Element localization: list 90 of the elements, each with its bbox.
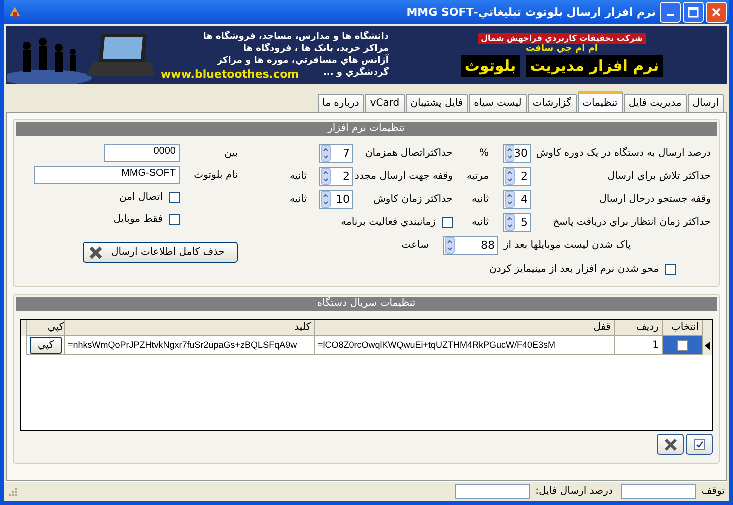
checkbox-label: محو شدن نرم افزار بعد از مينيمايز کردن [490, 264, 659, 274]
company-name: شرکت تحقيقات کاربردي فراجهش شمال [478, 33, 646, 44]
minimize-button[interactable] [660, 2, 681, 22]
close-button[interactable] [706, 2, 727, 22]
tab[interactable]: تنظيمات [578, 91, 623, 112]
tab[interactable]: درباره ما [318, 94, 364, 112]
column-header: قفل [314, 320, 614, 336]
delete-icon [664, 438, 678, 452]
table-cell[interactable] [662, 336, 702, 355]
spin-field[interactable]: 7 [319, 144, 353, 163]
spin-field[interactable]: 5 [503, 213, 531, 232]
spin-arrows-icon [321, 145, 331, 162]
spin-arrows-icon [505, 191, 515, 208]
unit-label: مرتبه [466, 171, 490, 182]
confirm-button[interactable] [686, 434, 713, 455]
checkbox[interactable] [677, 340, 688, 350]
unit-label: ثانيه [289, 194, 308, 205]
tab[interactable]: vCard [365, 94, 405, 112]
close-icon [711, 6, 722, 18]
banner-line: مراکز خريد، بانک ها ، فرودگاه ها [243, 43, 389, 54]
tab[interactable]: مديريت فايل [624, 94, 687, 112]
field-label: حداکثراتصال همزمان [364, 148, 453, 159]
field-label: درصد ارسال به دستگاه در يک دوره کاوش [535, 148, 711, 159]
spin-field[interactable]: 4 [503, 190, 531, 209]
resize-grip-icon [8, 486, 18, 496]
copy-button[interactable]: کپي [30, 336, 62, 354]
field-label: وقفه جهت ارسال مجدد [354, 171, 453, 182]
column-header: رديف [614, 320, 662, 336]
input-field[interactable]: 0000 [104, 144, 180, 162]
unit-label: ثانيه [289, 171, 308, 182]
website-url: www.bluetoothes.com [161, 68, 300, 81]
spin-field[interactable]: 2 [503, 167, 531, 186]
banner-line: گردشگري و ... [323, 67, 389, 79]
banner-line: آژانس هاي مسافرتي، موزه ها و مراکز [217, 55, 389, 67]
minimize-icon [667, 14, 674, 16]
clear-button[interactable]: حذف کامل اطلاعات ارسال [83, 242, 238, 263]
checkbox[interactable] [169, 214, 180, 224]
status-label: توقف [702, 486, 725, 497]
table-cell: =nhksWmQoPrJPZHtvkNgxr7fuSr2upaGs+zBQLSFqA9w [64, 336, 314, 355]
column-header: کليد [64, 320, 314, 336]
field-label: حداکثر زمان انتظار براي دريافت پاسخ [552, 217, 711, 228]
delete-icon [88, 244, 104, 260]
checkbox-label: زمانبندي فعاليت برنامه [341, 217, 436, 228]
group-title: تنظيمات نرم افزار [16, 122, 717, 136]
input-field[interactable]: MMG-SOFT [34, 166, 180, 184]
spin-arrows-icon [505, 214, 515, 231]
checkbox-label: اتصال امن [120, 192, 163, 202]
spin-arrows-icon [505, 168, 515, 185]
field-label: بين [224, 148, 238, 158]
field-label: حداکثر زمان کاوش [372, 194, 453, 205]
unit-label: ثانيه [471, 194, 490, 205]
tab[interactable]: ارسال [688, 94, 724, 112]
field-label: پاک شدن ليست موبايلها بعد از [504, 240, 631, 251]
spin-field[interactable]: 2 [319, 167, 353, 186]
spin-arrows-icon [444, 237, 455, 254]
product-title: نرم افزار مديريت [526, 55, 664, 77]
unit-label: ساعت [402, 240, 430, 251]
spin-field[interactable]: 88 [442, 236, 498, 255]
checkbox[interactable] [442, 217, 453, 228]
unit-label: % [478, 148, 490, 159]
status-label: درصد ارسال فايل: [536, 486, 613, 497]
delete-button[interactable] [657, 434, 684, 455]
checkbox[interactable] [169, 192, 180, 202]
spin-arrows-icon [505, 145, 514, 162]
unit-label: ثانيه [471, 217, 490, 228]
field-label: وقفه جستجو درحال ارسال [598, 194, 711, 205]
field-label: نام بلوتوث [193, 170, 238, 180]
tab[interactable]: ليست سياه [469, 94, 527, 112]
current-row-icon [705, 342, 710, 350]
checkbox[interactable] [665, 264, 676, 274]
spin-arrows-icon [321, 168, 331, 185]
checkbox-label: فقط موبايل [114, 214, 163, 224]
column-header: کپي [26, 320, 64, 336]
group-title: تنظيمات سريال دستگاه [16, 297, 717, 311]
spin-arrows-icon [321, 191, 331, 208]
field-label: حداکثر تلاش براي ارسال [606, 171, 711, 182]
maximize-button[interactable] [683, 2, 704, 22]
checkbox-icon [694, 438, 706, 450]
spin-field[interactable]: 10 [319, 190, 353, 209]
window-title: نرم افزار ارسال بلوتوث تبليغاتي-MMG SOFT [406, 6, 657, 18]
tab[interactable]: گزارشات [528, 94, 577, 112]
brand-name: ام ام جي سافت [526, 44, 598, 55]
table-cell: =lCO8Z0rcOwqlKWQwuEi+tqUZTHM4RkPGucW/F40E3sM [314, 336, 614, 355]
table-cell: 1 [614, 336, 662, 355]
product-title: بلوتوث [460, 55, 520, 77]
tab[interactable]: فايل پشتيبان [406, 94, 468, 112]
maximize-icon [688, 6, 699, 18]
spin-field[interactable]: 30 [503, 144, 531, 163]
app-icon [8, 5, 22, 19]
banner-line: دانشگاه ها و مدارس، مساجد، فروشگاه ها [203, 31, 389, 43]
